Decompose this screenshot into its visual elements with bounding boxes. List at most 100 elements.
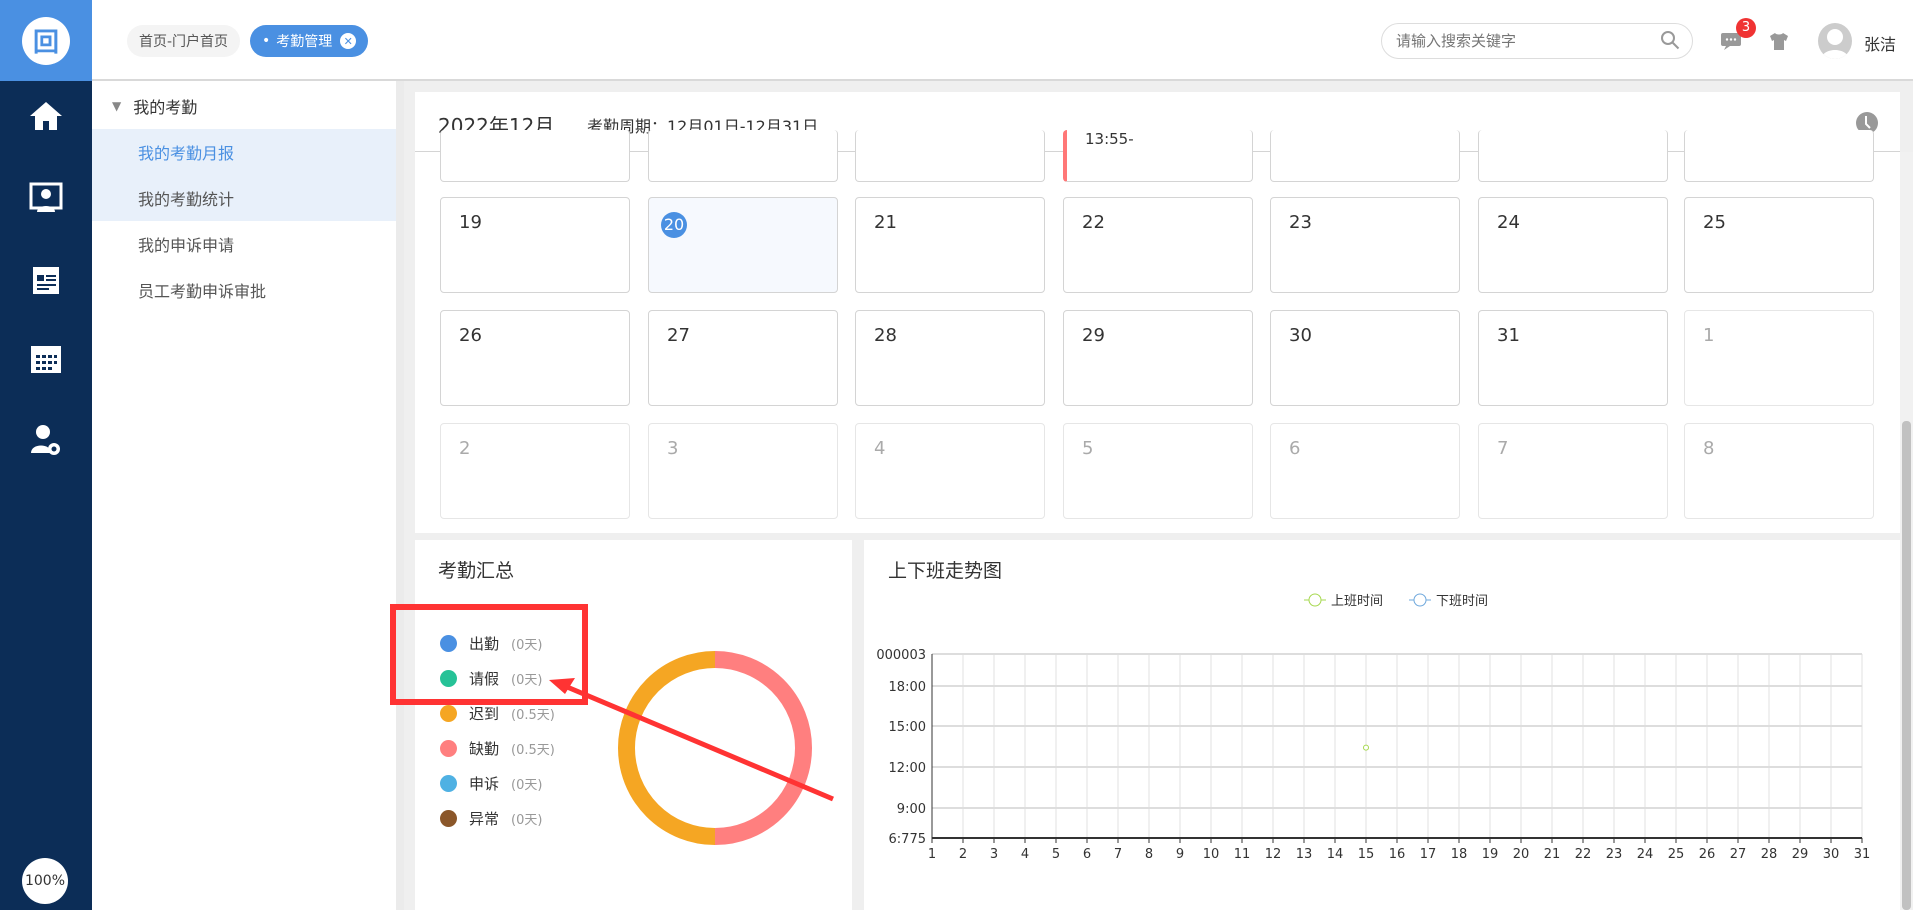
- x-tick-label: 23: [1606, 847, 1623, 862]
- day-number: 30: [1289, 325, 1312, 346]
- calendar-day[interactable]: 5: [1063, 423, 1253, 519]
- app-logo[interactable]: 回: [0, 0, 92, 81]
- x-tick-label: 27: [1730, 847, 1747, 862]
- calendar-day[interactable]: 24: [1478, 197, 1668, 293]
- x-tick-label: 4: [1021, 847, 1029, 862]
- x-tick-label: 21: [1544, 847, 1561, 862]
- y-tick-label: 6:775: [889, 832, 926, 847]
- calendar-day[interactable]: 4: [855, 423, 1045, 519]
- x-tick-label: 8: [1145, 847, 1153, 862]
- calendar-day[interactable]: 1: [1684, 310, 1874, 406]
- x-tick-label: 13: [1296, 847, 1313, 862]
- day-number: 25: [1703, 212, 1726, 233]
- x-tick-label: 7: [1114, 847, 1122, 862]
- calendar-day[interactable]: [1478, 130, 1668, 182]
- donut-slice[interactable]: [714, 651, 812, 845]
- calendar-day[interactable]: 22: [1063, 197, 1253, 293]
- x-tick-label: 30: [1823, 847, 1840, 862]
- theme-shirt-icon[interactable]: [1769, 32, 1789, 54]
- calendar-day[interactable]: 13:55-: [1063, 130, 1253, 182]
- day-number: 23: [1289, 212, 1312, 233]
- legend-dot-icon: [440, 810, 457, 827]
- calendar-day[interactable]: [648, 130, 838, 182]
- close-tab-icon[interactable]: ✕: [340, 33, 357, 49]
- search-input[interactable]: [1381, 23, 1693, 59]
- x-tick-label: 14: [1327, 847, 1344, 862]
- x-tick-label: 20: [1513, 847, 1530, 862]
- y-tick-label: 12:00: [889, 761, 926, 776]
- x-tick-label: 10: [1203, 847, 1220, 862]
- legend-label: 异常: [469, 810, 500, 828]
- calendar-day[interactable]: 27: [648, 310, 838, 406]
- calendar-day[interactable]: 21: [855, 197, 1045, 293]
- x-tick-label: 6: [1083, 847, 1091, 862]
- calendar-day[interactable]: [1684, 130, 1874, 182]
- legend-label: 迟到: [469, 705, 500, 723]
- legend-label: 申诉: [469, 775, 500, 793]
- legend-value: (0.5天): [511, 708, 555, 723]
- summary-legend-item: 缺勤 (0.5天): [440, 738, 555, 759]
- tab-attendance-management[interactable]: • 考勤管理 ✕: [250, 25, 369, 57]
- calendar-day[interactable]: 23: [1270, 197, 1460, 293]
- legend-marker-icon[interactable]: [1413, 593, 1427, 607]
- calendar-day[interactable]: [855, 130, 1045, 182]
- day-number: 3: [667, 438, 679, 459]
- x-tick-label: 11: [1234, 847, 1251, 862]
- calendar-day[interactable]: 20: [648, 197, 838, 293]
- legend-value: (0天): [511, 778, 543, 793]
- calendar-day[interactable]: 3: [648, 423, 838, 519]
- caret-down-icon: ▼: [112, 99, 122, 113]
- calendar-day[interactable]: 30: [1270, 310, 1460, 406]
- scrollbar-track[interactable]: [1900, 152, 1913, 910]
- legend-value: (0.5天): [511, 743, 555, 758]
- x-tick-label: 3: [990, 847, 998, 862]
- user-settings-icon[interactable]: [0, 410, 92, 470]
- calendar-day[interactable]: 2: [440, 423, 630, 519]
- calendar-day[interactable]: 8: [1684, 423, 1874, 519]
- calendar-day[interactable]: 31: [1478, 310, 1668, 406]
- scrollbar-thumb[interactable]: [1902, 421, 1911, 910]
- sidebar-item-my-appeals[interactable]: 我的申诉申请: [92, 221, 396, 267]
- sidebar-item-monthly-report[interactable]: 我的考勤月报: [92, 129, 396, 175]
- logo-icon: 回: [22, 16, 70, 65]
- calendar-day[interactable]: 26: [440, 310, 630, 406]
- home-icon[interactable]: [0, 86, 92, 146]
- monitor-user-icon[interactable]: [0, 168, 92, 228]
- legend-marker-icon[interactable]: [1308, 593, 1322, 607]
- search-icon[interactable]: [1660, 30, 1680, 54]
- day-number: 24: [1497, 212, 1520, 233]
- sidebar-item-appeal-approval[interactable]: 员工考勤申诉审批: [92, 267, 396, 313]
- avatar[interactable]: [1818, 23, 1852, 59]
- day-number: 21: [874, 212, 897, 233]
- report-icon[interactable]: [0, 250, 92, 310]
- calendar-day[interactable]: [1270, 130, 1460, 182]
- user-name[interactable]: 张洁: [1864, 31, 1896, 55]
- zoom-level[interactable]: 100%: [22, 858, 68, 904]
- calendar-day[interactable]: 19: [440, 197, 630, 293]
- day-number: 29: [1082, 325, 1105, 346]
- calendar-day[interactable]: 7: [1478, 423, 1668, 519]
- x-tick-label: 26: [1699, 847, 1716, 862]
- calendar-day[interactable]: 25: [1684, 197, 1874, 293]
- annotation-box: [390, 604, 588, 705]
- summary-legend-item: 迟到 (0.5天): [440, 703, 555, 724]
- donut-slice[interactable]: [618, 651, 716, 845]
- sidebar-item-statistics[interactable]: 我的考勤统计: [92, 175, 396, 221]
- sidebar-group-my-attendance[interactable]: ▼ 我的考勤: [92, 83, 396, 129]
- x-tick-label: 19: [1482, 847, 1499, 862]
- calendar-day[interactable]: 29: [1063, 310, 1253, 406]
- x-tick-label: 28: [1761, 847, 1778, 862]
- calendar-icon[interactable]: [0, 328, 92, 388]
- y-tick-label: 000003: [876, 648, 926, 663]
- day-number: 1: [1703, 325, 1715, 346]
- data-point[interactable]: [1363, 744, 1369, 751]
- legend-label[interactable]: 上班时间: [1331, 594, 1383, 609]
- calendar-day[interactable]: [440, 130, 630, 182]
- tab-portal-home[interactable]: 首页-门户首页: [127, 25, 241, 57]
- calendar-day[interactable]: 6: [1270, 423, 1460, 519]
- y-tick-label: 15:00: [889, 720, 926, 735]
- legend-label[interactable]: 下班时间: [1436, 594, 1488, 609]
- trend-chart: 1 2 3 4 5 6 7 8 9 10 11 12 13 14 15 16 17 18 19 20 21 22 23 24 2…: [876, 593, 1870, 862]
- calendar-day[interactable]: 28: [855, 310, 1045, 406]
- x-tick-label: 16: [1389, 847, 1406, 862]
